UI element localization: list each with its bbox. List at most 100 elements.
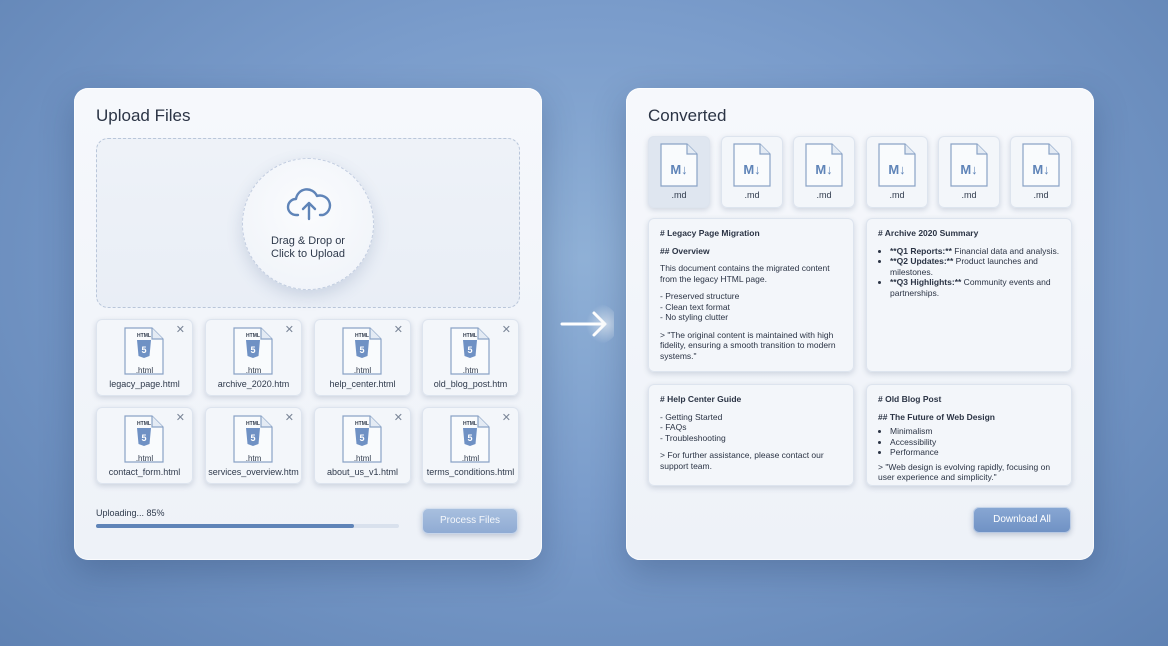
preview-list-item: - Getting Started	[660, 411, 723, 422]
markdown-file-icon: M↓	[1022, 143, 1060, 187]
preview-quote: > "The original content is maintained wi…	[660, 329, 836, 361]
file-card[interactable]: HTML 5 .htm ✕ archive_2020.htm	[205, 319, 302, 396]
svg-text:5: 5	[467, 345, 472, 355]
preview-list-item: **Q3 Highlights:** Community events and …	[890, 277, 1060, 298]
markdown-preview-card[interactable]: # Archive 2020 Summary **Q1 Reports:** F…	[866, 218, 1072, 372]
svg-text:5: 5	[141, 433, 146, 443]
preview-heading: # Help Center Guide	[660, 394, 742, 404]
file-ext: .md	[889, 190, 905, 200]
file-name: help_center.html	[329, 379, 396, 389]
preview-list-item: - FAQs	[660, 422, 687, 432]
close-icon[interactable]: ✕	[176, 411, 185, 424]
preview-paragraph: This document contains the migrated cont…	[660, 263, 830, 284]
preview-list-item: - Preserved structure	[660, 291, 740, 301]
svg-text:HTML: HTML	[246, 421, 260, 427]
close-icon[interactable]: ✕	[285, 411, 294, 424]
svg-text:5: 5	[467, 433, 472, 443]
upload-target[interactable]: Drag & Drop or Click to Upload	[242, 158, 374, 290]
close-icon[interactable]: ✕	[394, 411, 403, 424]
svg-text:5: 5	[141, 345, 146, 355]
svg-text:M↓: M↓	[743, 162, 760, 177]
svg-text:M↓: M↓	[1032, 162, 1049, 177]
preview-list-item: - No styling clutter	[660, 312, 729, 322]
file-card[interactable]: HTML 5 .htm ✕ old_blog_post.htm	[422, 319, 519, 396]
file-name: old_blog_post.htm	[433, 379, 508, 389]
file-ext: .html	[353, 366, 372, 375]
preview-heading: # Old Blog Post	[878, 394, 942, 404]
file-name: archive_2020.htm	[217, 379, 290, 389]
file-card[interactable]: HTML 5 .html ✕ contact_form.html	[96, 407, 193, 484]
md-file-tile[interactable]: M↓ .md	[938, 136, 1000, 208]
svg-text:5: 5	[359, 433, 364, 443]
markdown-file-icon: M↓	[805, 143, 843, 187]
svg-text:HTML: HTML	[463, 333, 477, 339]
preview-subheading: ## Overview	[660, 245, 710, 256]
markdown-file-icon: M↓	[878, 143, 916, 187]
preview-heading: # Archive 2020 Summary	[878, 228, 979, 238]
file-card[interactable]: HTML 5 .html ✕ terms_conditions.html	[422, 407, 519, 484]
preview-quote: > "Web design is evolving rapidly, focus…	[878, 461, 1051, 483]
file-ext: .md	[816, 190, 832, 200]
close-icon[interactable]: ✕	[394, 323, 403, 336]
preview-heading: # Legacy Page Migration	[660, 228, 760, 238]
preview-quote: > For further assistance, please contact…	[660, 450, 824, 471]
file-ext: .htm	[245, 454, 262, 463]
md-file-tile[interactable]: M↓ .md	[793, 136, 855, 208]
file-card[interactable]: HTML 5 .html ✕ about_us_v1.html	[314, 407, 411, 484]
markdown-file-icon: M↓	[660, 143, 698, 187]
markdown-preview-card[interactable]: # Help Center Guide - Getting Started - …	[648, 384, 854, 486]
svg-text:HTML: HTML	[355, 421, 369, 427]
md-file-tile[interactable]: M↓ .md	[648, 136, 710, 208]
process-files-button[interactable]: Process Files	[422, 508, 518, 534]
file-name: contact_form.html	[108, 467, 181, 477]
drop-instructions: Drag & Drop or Click to Upload	[271, 235, 345, 260]
svg-text:M↓: M↓	[815, 162, 832, 177]
svg-text:5: 5	[250, 345, 255, 355]
file-name: terms_conditions.html	[426, 467, 515, 477]
preview-list-item: **Q2 Updates:** Product launches and mil…	[890, 256, 1060, 277]
svg-text:5: 5	[359, 345, 364, 355]
svg-text:HTML: HTML	[355, 333, 369, 339]
preview-list-item: Performance	[890, 447, 1060, 458]
svg-text:M↓: M↓	[960, 162, 977, 177]
file-ext: .html	[353, 454, 372, 463]
preview-list-item: Minimalism	[890, 426, 1060, 437]
file-ext: .html	[135, 454, 154, 463]
markdown-preview-card[interactable]: # Old Blog Post ## The Future of Web Des…	[866, 384, 1072, 486]
file-ext: .md	[961, 190, 977, 200]
svg-text:HTML: HTML	[137, 421, 151, 427]
svg-text:HTML: HTML	[246, 333, 260, 339]
md-file-tile[interactable]: M↓ .md	[866, 136, 928, 208]
upload-progress-fill	[96, 524, 354, 528]
file-ext: .md	[671, 190, 687, 200]
markdown-file-icon: M↓	[733, 143, 771, 187]
converted-panel: Converted M↓ .md M↓ .md M↓ .md M↓ .md M↓…	[626, 88, 1094, 560]
svg-text:HTML: HTML	[137, 333, 151, 339]
svg-text:M↓: M↓	[670, 162, 687, 177]
arrow-right-icon	[560, 304, 614, 344]
file-ext: .md	[1033, 190, 1049, 200]
upload-title: Upload Files	[96, 106, 191, 125]
close-icon[interactable]: ✕	[176, 323, 185, 336]
file-name: about_us_v1.html	[326, 467, 399, 477]
file-card[interactable]: HTML 5 .html ✕ legacy_page.html	[96, 319, 193, 396]
file-card[interactable]: HTML 5 .html ✕ help_center.html	[314, 319, 411, 396]
file-ext: .htm	[245, 366, 262, 375]
md-file-tile[interactable]: M↓ .md	[1010, 136, 1072, 208]
close-icon[interactable]: ✕	[502, 323, 511, 336]
download-all-button[interactable]: Download All	[973, 507, 1071, 533]
drop-zone[interactable]: Drag & Drop or Click to Upload	[96, 138, 520, 308]
preview-list-item: **Q1 Reports:** Financial data and analy…	[890, 246, 1060, 257]
cloud-upload-icon	[286, 188, 332, 221]
file-ext: .htm	[462, 366, 479, 375]
markdown-preview-card[interactable]: # Legacy Page Migration ## Overview This…	[648, 218, 854, 372]
md-file-tile[interactable]: M↓ .md	[721, 136, 783, 208]
upload-progress-bar	[96, 524, 399, 528]
svg-text:5: 5	[250, 433, 255, 443]
file-card[interactable]: HTML 5 .htm ✕ services_overview.htm	[205, 407, 302, 484]
upload-panel: Upload Files Drag & Drop or Click to Upl…	[74, 88, 542, 560]
converted-title: Converted	[648, 106, 727, 125]
close-icon[interactable]: ✕	[502, 411, 511, 424]
preview-list-item: - Troubleshooting	[660, 432, 726, 443]
close-icon[interactable]: ✕	[285, 323, 294, 336]
